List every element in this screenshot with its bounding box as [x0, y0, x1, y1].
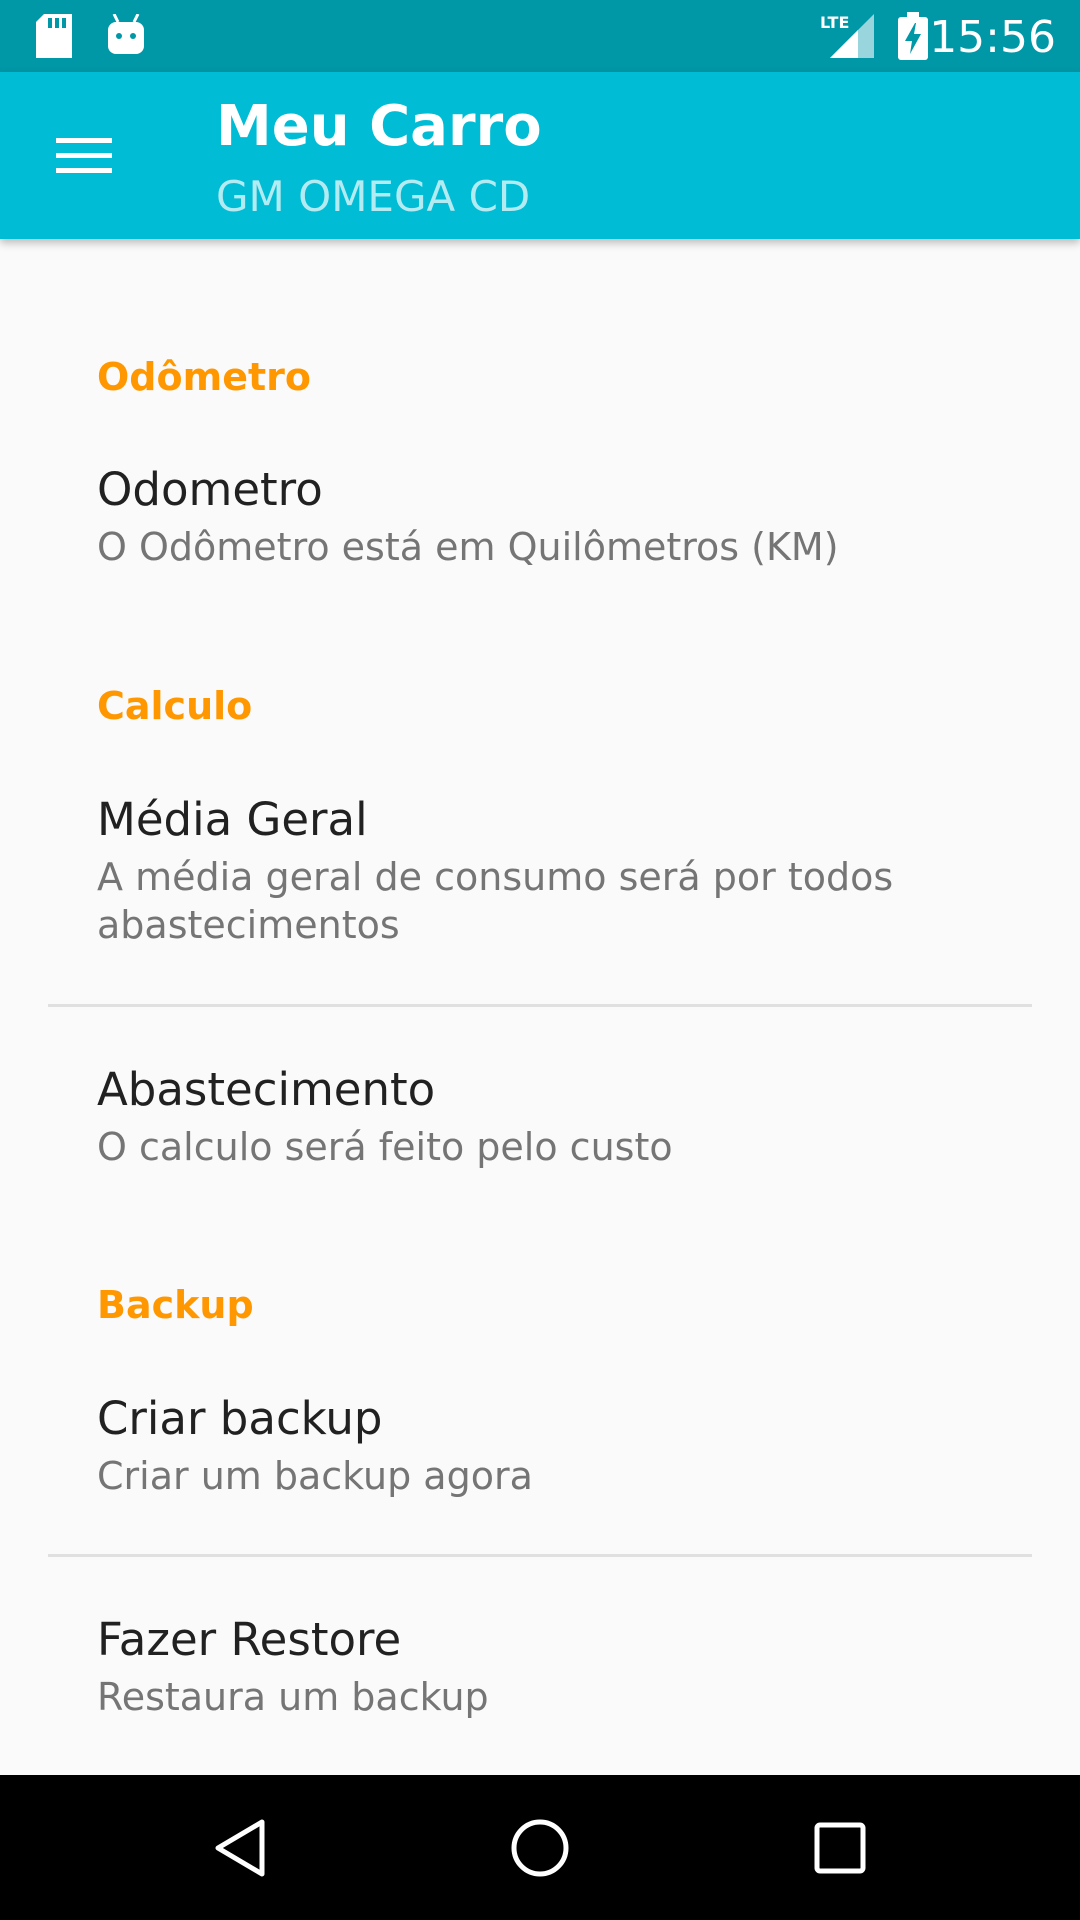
recents-icon — [814, 1822, 866, 1873]
app-title: Meu Carro — [216, 94, 542, 159]
pref-summary: O calculo será feito pelo custo — [97, 1125, 673, 1169]
settings-list[interactable]: Odômetro Odometro O Odômetro está em Qui… — [0, 239, 1080, 1775]
menu-button[interactable] — [40, 112, 128, 200]
lte-label: LTE — [820, 13, 849, 32]
app-bar: Meu Carro GM OMEGA CD — [0, 72, 1080, 239]
pref-title: Abastecimento — [97, 1063, 436, 1116]
section-header-backup: Backup — [97, 1283, 254, 1327]
navigation-bar — [0, 1775, 1080, 1920]
lte-signal-icon: LTE — [818, 12, 876, 62]
pref-title: Odometro — [97, 463, 323, 516]
home-button[interactable] — [460, 1775, 620, 1920]
battery-charging-icon — [898, 12, 928, 64]
pref-media-geral[interactable]: Média Geral A média geral de consumo ser… — [0, 793, 1080, 973]
status-bar: LTE 15:56 — [0, 0, 1080, 72]
home-icon — [511, 1819, 569, 1876]
back-button[interactable] — [160, 1775, 320, 1920]
section-header-calculo: Calculo — [97, 684, 253, 728]
pref-summary: Restaura um backup — [97, 1675, 489, 1719]
pref-odometro[interactable]: Odometro O Odômetro está em Quilômetros … — [0, 463, 1080, 603]
pref-summary: A média geral de consumo será por todos … — [97, 855, 894, 947]
back-icon — [215, 1819, 265, 1876]
pref-summary: Criar um backup agora — [97, 1454, 533, 1498]
pref-fazer-restore[interactable]: Fazer Restore Restaura um backup — [0, 1613, 1080, 1743]
pref-title: Média Geral — [97, 793, 368, 846]
sd-card-icon — [36, 14, 72, 62]
android-icon — [106, 13, 146, 60]
pref-summary: O Odômetro está em Quilômetros (KM) — [97, 525, 839, 569]
menu-icon — [56, 138, 112, 173]
pref-title: Criar backup — [97, 1392, 383, 1445]
section-header-odometro: Odômetro — [97, 355, 311, 399]
status-time: 15:56 — [929, 12, 1056, 63]
recents-button[interactable] — [760, 1775, 920, 1920]
pref-abastecimento[interactable]: Abastecimento O calculo será feito pelo … — [0, 1063, 1080, 1193]
divider — [48, 1554, 1032, 1557]
app-subtitle: GM OMEGA CD — [216, 172, 531, 221]
pref-criar-backup[interactable]: Criar backup Criar um backup agora — [0, 1392, 1080, 1522]
divider — [48, 1004, 1032, 1007]
pref-title: Fazer Restore — [97, 1613, 402, 1666]
